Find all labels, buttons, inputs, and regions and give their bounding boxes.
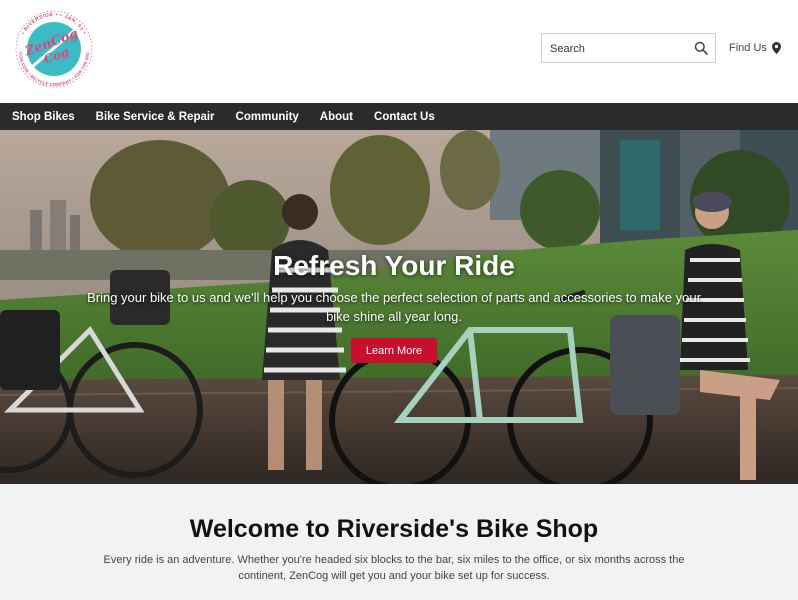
nav-item-community[interactable]: Community: [236, 111, 299, 123]
location-pin-icon: [771, 42, 781, 54]
learn-more-button[interactable]: Learn More: [351, 338, 437, 363]
welcome-title: Welcome to Riverside's Bike Shop: [189, 515, 599, 543]
nav-item-bike-service-repair[interactable]: Bike Service & Repair: [96, 111, 215, 123]
site-header: ZenCog Cog • RIVERSIDE • • JAN. 01 • ZEN…: [0, 0, 798, 103]
site-logo[interactable]: ZenCog Cog • RIVERSIDE • • JAN. 01 • ZEN…: [11, 4, 95, 90]
logo-mark: ZenCog Cog • RIVERSIDE • • JAN. 01 • ZEN…: [11, 4, 94, 89]
hero-title: Refresh Your Ride: [273, 250, 515, 281]
hero-banner: Refresh Your Ride Bring your bike to us …: [0, 130, 798, 484]
hero-subtitle: Bring your bike to us and we'll help you…: [87, 290, 701, 324]
nav-item-contact-us[interactable]: Contact Us: [374, 111, 435, 123]
search-box: [541, 33, 716, 63]
find-us-link[interactable]: Find Us: [729, 40, 781, 56]
main-nav: Shop Bikes Bike Service & Repair Communi…: [0, 103, 798, 130]
nav-item-about[interactable]: About: [320, 111, 353, 123]
find-us-label: Find Us: [729, 42, 767, 54]
search-input[interactable]: [550, 40, 690, 57]
nav-item-shop-bikes[interactable]: Shop Bikes: [12, 111, 75, 123]
welcome-body: Every ride is an adventure. Whether you'…: [103, 554, 685, 582]
search-icon[interactable]: [694, 41, 708, 55]
welcome-section: Welcome to Riverside's Bike Shop Every r…: [0, 484, 798, 600]
